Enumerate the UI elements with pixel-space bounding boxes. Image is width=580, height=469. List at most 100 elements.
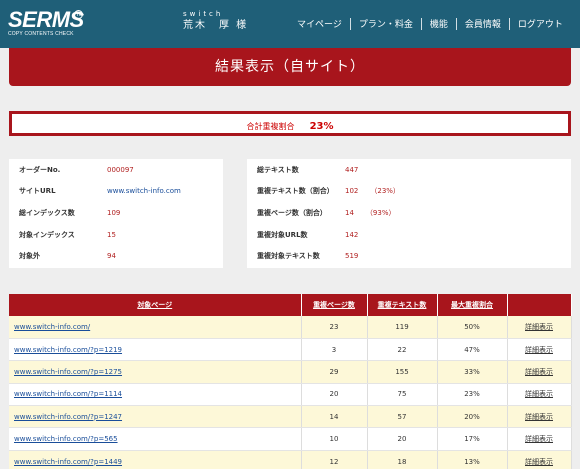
info-label: 総インデックス数 <box>19 208 75 217</box>
column-header-actions <box>507 294 572 316</box>
total-duplicate-label: 合計重複割合 <box>246 122 295 131</box>
info-label: 重複テキスト数（割合） <box>257 187 334 196</box>
page-title: 結果表示（自サイト） <box>9 48 571 86</box>
page-url-link[interactable]: www.switch-info.com/?p=1114 <box>9 383 302 407</box>
page-url-link[interactable]: www.switch-info.com/?p=1449 <box>9 450 302 469</box>
cell-duplicate-texts: 18 <box>367 450 438 469</box>
column-header-duplicate-pages[interactable]: 重複ページ数 <box>301 294 368 316</box>
cell-duplicate-pages: 10 <box>301 427 368 451</box>
cell-duplicate-texts: 119 <box>367 316 438 339</box>
info-value: 142 <box>345 230 359 239</box>
info-row-excluded: 対象外 94 <box>9 245 223 267</box>
cell-duplicate-pages: 29 <box>301 360 368 384</box>
info-value: 94 <box>107 252 116 261</box>
nav-member-info[interactable]: 会員情報 <box>465 17 501 30</box>
info-label: 対象インデックス <box>19 230 75 239</box>
table-row: www.switch-info.com/?p=1247 14 57 20% 詳細… <box>9 405 572 429</box>
cell-duplicate-pages: 23 <box>301 316 368 339</box>
info-label: 重複ページ数（割合） <box>257 208 327 217</box>
cell-max-ratio: 50% <box>437 316 508 339</box>
nav-divider <box>420 17 422 30</box>
table-row: www.switch-info.com/?p=1275 29 155 33% 詳… <box>9 360 572 384</box>
page-url-link[interactable]: www.switch-info.com/?p=1219 <box>9 338 302 362</box>
info-value: 15 <box>107 230 116 239</box>
header: SERMS R COPY CONTENTS CHECK switch 荒木 厚 … <box>0 0 580 48</box>
user-name: 荒木 厚 様 <box>183 20 249 31</box>
cell-max-ratio: 33% <box>437 360 508 384</box>
nav-logout[interactable]: ログアウト <box>518 17 563 30</box>
registered-icon: R <box>74 10 83 19</box>
cell-duplicate-texts: 155 <box>367 360 438 384</box>
info-value: 519 <box>345 252 359 261</box>
info-label: サイトURL <box>19 187 56 196</box>
detail-link[interactable]: 詳細表示 <box>507 405 572 429</box>
column-header-target-page[interactable]: 対象ページ <box>9 294 302 316</box>
nav-plans[interactable]: プラン・料金 <box>359 17 413 30</box>
total-duplicate-box: 合計重複割合 23% <box>9 111 571 136</box>
cell-duplicate-pages: 14 <box>301 405 368 429</box>
info-label: 重複対象URL数 <box>257 230 308 239</box>
info-row-order-no: オーダーNo. 000097 <box>9 159 223 181</box>
cell-max-ratio: 17% <box>437 427 508 451</box>
table-row: www.switch-info.com/?p=565 10 20 17% 詳細表… <box>9 427 572 451</box>
logo-subtitle: COPY CONTENTS CHECK <box>8 31 74 37</box>
table-row: www.switch-info.com/ 23 119 50% 詳細表示 <box>9 316 572 339</box>
results-table: 対象ページ 重複ページ数 重複テキスト数 最大重複割合 www.switch-i… <box>9 294 572 469</box>
info-percent: （23%） <box>370 187 400 196</box>
info-label: 総テキスト数 <box>257 165 299 174</box>
cell-duplicate-texts: 57 <box>367 405 438 429</box>
page-url-link[interactable]: www.switch-info.com/?p=1247 <box>9 405 302 429</box>
table-row: www.switch-info.com/?p=1449 12 18 13% 詳細… <box>9 450 572 469</box>
cell-duplicate-pages: 3 <box>301 338 368 362</box>
cell-max-ratio: 13% <box>437 450 508 469</box>
column-header-max-ratio[interactable]: 最大重複割合 <box>437 294 508 316</box>
page-url-link[interactable]: www.switch-info.com/?p=1275 <box>9 360 302 384</box>
detail-link[interactable]: 詳細表示 <box>507 360 572 384</box>
info-row-duplicate-pages: 重複ページ数（割合） 14 （93%） <box>247 202 571 224</box>
main-nav: マイページ プラン・料金 機能 会員情報 ログアウト <box>297 17 563 30</box>
nav-mypage[interactable]: マイページ <box>297 17 342 30</box>
info-row-total-index: 総インデックス数 109 <box>9 202 223 224</box>
cell-duplicate-texts: 22 <box>367 338 438 362</box>
text-stats-panel: 総テキスト数 447 重複テキスト数（割合） 102 （23%） 重複ページ数（… <box>247 159 571 268</box>
detail-link[interactable]: 詳細表示 <box>507 450 572 469</box>
detail-link[interactable]: 詳細表示 <box>507 383 572 407</box>
user-info: switch 荒木 厚 様 <box>183 10 248 33</box>
serms-logo[interactable]: SERMS R COPY CONTENTS CHECK <box>8 9 88 39</box>
site-url-link[interactable]: www.switch-info.com <box>107 187 181 195</box>
nav-divider <box>455 17 457 30</box>
column-header-duplicate-texts[interactable]: 重複テキスト数 <box>367 294 438 316</box>
nav-features[interactable]: 機能 <box>430 17 448 30</box>
detail-link[interactable]: 詳細表示 <box>507 427 572 451</box>
info-row-total-text: 総テキスト数 447 <box>247 159 571 181</box>
info-value: 000097 <box>107 165 134 174</box>
info-value: 14 <box>345 208 354 217</box>
detail-link[interactable]: 詳細表示 <box>507 316 572 339</box>
info-label: 対象外 <box>19 252 40 261</box>
detail-link[interactable]: 詳細表示 <box>507 338 572 362</box>
page-url-link[interactable]: www.switch-info.com/?p=565 <box>9 427 302 451</box>
user-id: switch <box>183 10 224 18</box>
nav-divider <box>508 17 510 30</box>
info-row-duplicate-text: 重複テキスト数（割合） 102 （23%） <box>247 181 571 203</box>
cell-max-ratio: 23% <box>437 383 508 407</box>
info-row-duplicate-url-count: 重複対象URL数 142 <box>247 224 571 246</box>
table-row: www.switch-info.com/?p=1219 3 22 47% 詳細表… <box>9 338 572 362</box>
cell-duplicate-texts: 20 <box>367 427 438 451</box>
table-row: www.switch-info.com/?p=1114 20 75 23% 詳細… <box>9 383 572 407</box>
info-value: 109 <box>107 208 121 217</box>
info-row-target-index: 対象インデックス 15 <box>9 224 223 246</box>
cell-duplicate-pages: 12 <box>301 450 368 469</box>
info-value: 447 <box>345 165 359 174</box>
page-url-link[interactable]: www.switch-info.com/ <box>9 316 302 339</box>
info-percent: （93%） <box>365 208 396 217</box>
table-header-row: 対象ページ 重複ページ数 重複テキスト数 最大重複割合 <box>9 294 572 316</box>
cell-max-ratio: 20% <box>437 405 508 429</box>
cell-duplicate-texts: 75 <box>367 383 438 407</box>
info-label: 重複対象テキスト数 <box>257 252 320 261</box>
info-row-site-url: サイトURL www.switch-info.com <box>9 181 223 203</box>
order-info-panel: オーダーNo. 000097 サイトURL www.switch-info.co… <box>9 159 223 268</box>
total-duplicate-value: 23% <box>309 121 334 132</box>
info-label: オーダーNo. <box>19 165 61 174</box>
logo-text: SERMS <box>8 7 84 32</box>
